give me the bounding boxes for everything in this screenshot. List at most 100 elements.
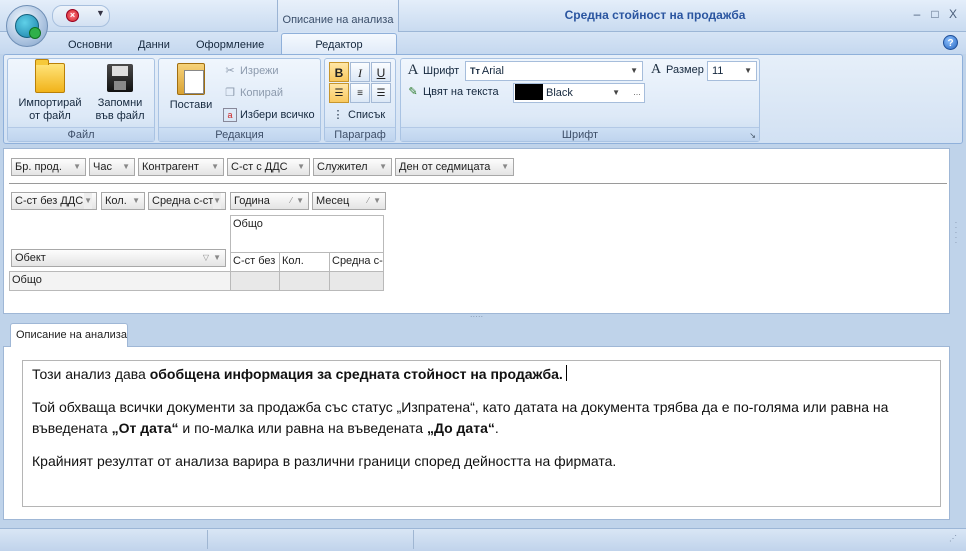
font-group-label: Шрифт: [401, 127, 759, 141]
description-paragraph: Този анализ дава обобщена информация за …: [32, 364, 936, 385]
application-menu-button[interactable]: [6, 5, 48, 47]
tab-analysis-description[interactable]: Описание на анализа: [10, 323, 128, 347]
tab-editor[interactable]: Редактор: [281, 33, 397, 55]
chevron-down-icon: ▼: [213, 193, 221, 209]
size-value: 11: [712, 65, 724, 77]
column-subheader: Средна с-: [329, 252, 384, 272]
chevron-down-icon: ▼: [296, 196, 304, 205]
select-all-icon: a: [223, 108, 237, 122]
underline-button[interactable]: U: [371, 62, 391, 82]
filter-field[interactable]: Служител ▼: [313, 158, 392, 176]
filter-field[interactable]: С-ст с ДДС ▼: [227, 158, 310, 176]
font-label: A Шрифт: [407, 62, 460, 78]
chevron-down-icon: ▼: [132, 196, 140, 205]
align-center-button[interactable]: ≡: [350, 83, 370, 103]
data-field[interactable]: С-ст без ДДС ▼: [11, 192, 97, 210]
clipboard-icon: [177, 63, 205, 95]
text-color-label: ✎ Цвят на текста: [406, 82, 498, 102]
filter-field[interactable]: Контрагент ▼: [138, 158, 224, 176]
cut-label: Изрежи: [240, 65, 279, 77]
list-button[interactable]: ⋮ Списък: [331, 105, 386, 125]
select-all-button[interactable]: a Избери всичко: [223, 105, 315, 125]
chevron-down-icon: ▼: [122, 162, 130, 171]
close-window-button[interactable]: X: [945, 7, 961, 21]
paste-button[interactable]: Постави: [163, 63, 219, 112]
column-subheader: Кол.: [279, 252, 330, 272]
row-grand-total: Общо: [9, 271, 231, 291]
font-combo[interactable]: Tт Arial ▼: [465, 61, 643, 81]
chevron-down-icon: ▼: [297, 162, 305, 171]
help-icon[interactable]: ?: [943, 35, 958, 50]
data-field[interactable]: Кол. ▼: [101, 192, 145, 210]
filter-field[interactable]: Ден от седмицата ▼: [395, 158, 514, 176]
font-value: Arial: [481, 65, 504, 77]
text-caret: [565, 365, 567, 381]
app-logo-icon: [15, 14, 41, 39]
row-field-object[interactable]: Обект ▽ ▼: [11, 249, 226, 267]
text-color-combo[interactable]: Black ▼…: [513, 83, 645, 103]
edit-group: Постави ✂ Изрежи ❐ Копирай a Избери всичко …: [158, 58, 321, 142]
status-divider: [207, 530, 208, 549]
minimize-button[interactable]: –: [909, 7, 925, 21]
tab-layout[interactable]: Оформление: [188, 36, 272, 54]
horizontal-splitter-icon[interactable]: ·····: [3, 313, 950, 321]
chevron-down-icon: ▼: [379, 162, 387, 171]
column-field-month[interactable]: Месец ⁄ ▼: [312, 192, 386, 210]
import-from-file-button[interactable]: Импортирай от файл: [14, 59, 86, 123]
size-label: A Размер: [649, 60, 704, 80]
align-right-button[interactable]: ☰: [371, 83, 391, 103]
maximize-button[interactable]: □: [927, 7, 943, 21]
font-size-icon: A: [650, 62, 662, 77]
scissors-icon: ✂: [225, 65, 235, 77]
import-label-line1: Импортирай: [18, 97, 82, 109]
copy-button[interactable]: ❐ Копирай: [223, 83, 283, 103]
folder-icon: [35, 59, 65, 93]
status-bar: [0, 528, 966, 551]
truetype-icon: Tт: [470, 66, 480, 76]
description-editor[interactable]: Този анализ дава обобщена информация за …: [22, 360, 941, 507]
dialog-launcher-icon[interactable]: ↘: [749, 131, 756, 140]
paragraph-group: B I U ☰ ≡ ☰ ⋮ Списък Параграф: [324, 58, 396, 142]
total-cell: [329, 271, 384, 291]
save-to-file-button[interactable]: Запомни във файл: [88, 63, 152, 123]
paste-label: Постави: [169, 99, 213, 111]
data-field[interactable]: Средна с-ст ▼: [148, 192, 226, 210]
close-icon[interactable]: ×: [66, 9, 79, 22]
copy-icon: ❐: [225, 87, 235, 99]
font-group: A Шрифт Tт Arial ▼ ✎ Цвят на текста Black ▼… …: [400, 58, 760, 142]
window-title: Средна стойност на продажба: [564, 8, 746, 22]
column-grand-total-header: Общо: [230, 215, 384, 253]
italic-button[interactable]: I: [350, 62, 370, 82]
chevron-down-icon: ▼: [213, 253, 221, 262]
vertical-resize-grip-icon[interactable]: · · · · ·: [953, 219, 959, 247]
list-icon: ⋮: [332, 109, 344, 121]
filter-field[interactable]: Час ▼: [89, 158, 135, 176]
cut-button[interactable]: ✂ Изрежи: [223, 61, 279, 81]
chevron-down-icon: ▼: [211, 162, 219, 171]
sort-icon: ⁄: [290, 196, 292, 205]
align-left-button[interactable]: ☰: [329, 83, 349, 103]
customize-toolbar-dropdown-icon[interactable]: ▼: [96, 8, 105, 18]
total-cell: [230, 271, 280, 291]
paint-brush-icon: ✎: [408, 86, 418, 98]
filter-field[interactable]: Бр. прод. ▼: [11, 158, 86, 176]
tab-main[interactable]: Основни: [60, 36, 120, 54]
bold-button[interactable]: B: [329, 62, 349, 82]
copy-label: Копирай: [240, 87, 284, 99]
chevron-down-icon: ▼: [630, 66, 638, 75]
more-colors-icon[interactable]: …: [633, 84, 641, 102]
description-paragraph: Той обхваща всички документи за продажба…: [32, 399, 889, 436]
column-field-year[interactable]: Година ⁄ ▼: [230, 192, 309, 210]
sort-icon: ⁄: [367, 196, 369, 205]
list-label: Списък: [348, 109, 386, 121]
edit-group-label: Редакция: [159, 127, 320, 141]
description-paragraph: Крайният резултат от анализа варира в ра…: [32, 453, 617, 469]
chevron-down-icon: ▼: [744, 66, 752, 75]
size-combo[interactable]: 11 ▼: [707, 61, 757, 81]
tab-data[interactable]: Данни: [130, 36, 178, 54]
floppy-disk-icon: [107, 64, 133, 92]
resize-grip-icon[interactable]: ⋰: [949, 535, 957, 543]
color-value: Black: [546, 87, 573, 99]
chevron-down-icon: ▼: [373, 196, 381, 205]
color-swatch: [515, 84, 543, 100]
